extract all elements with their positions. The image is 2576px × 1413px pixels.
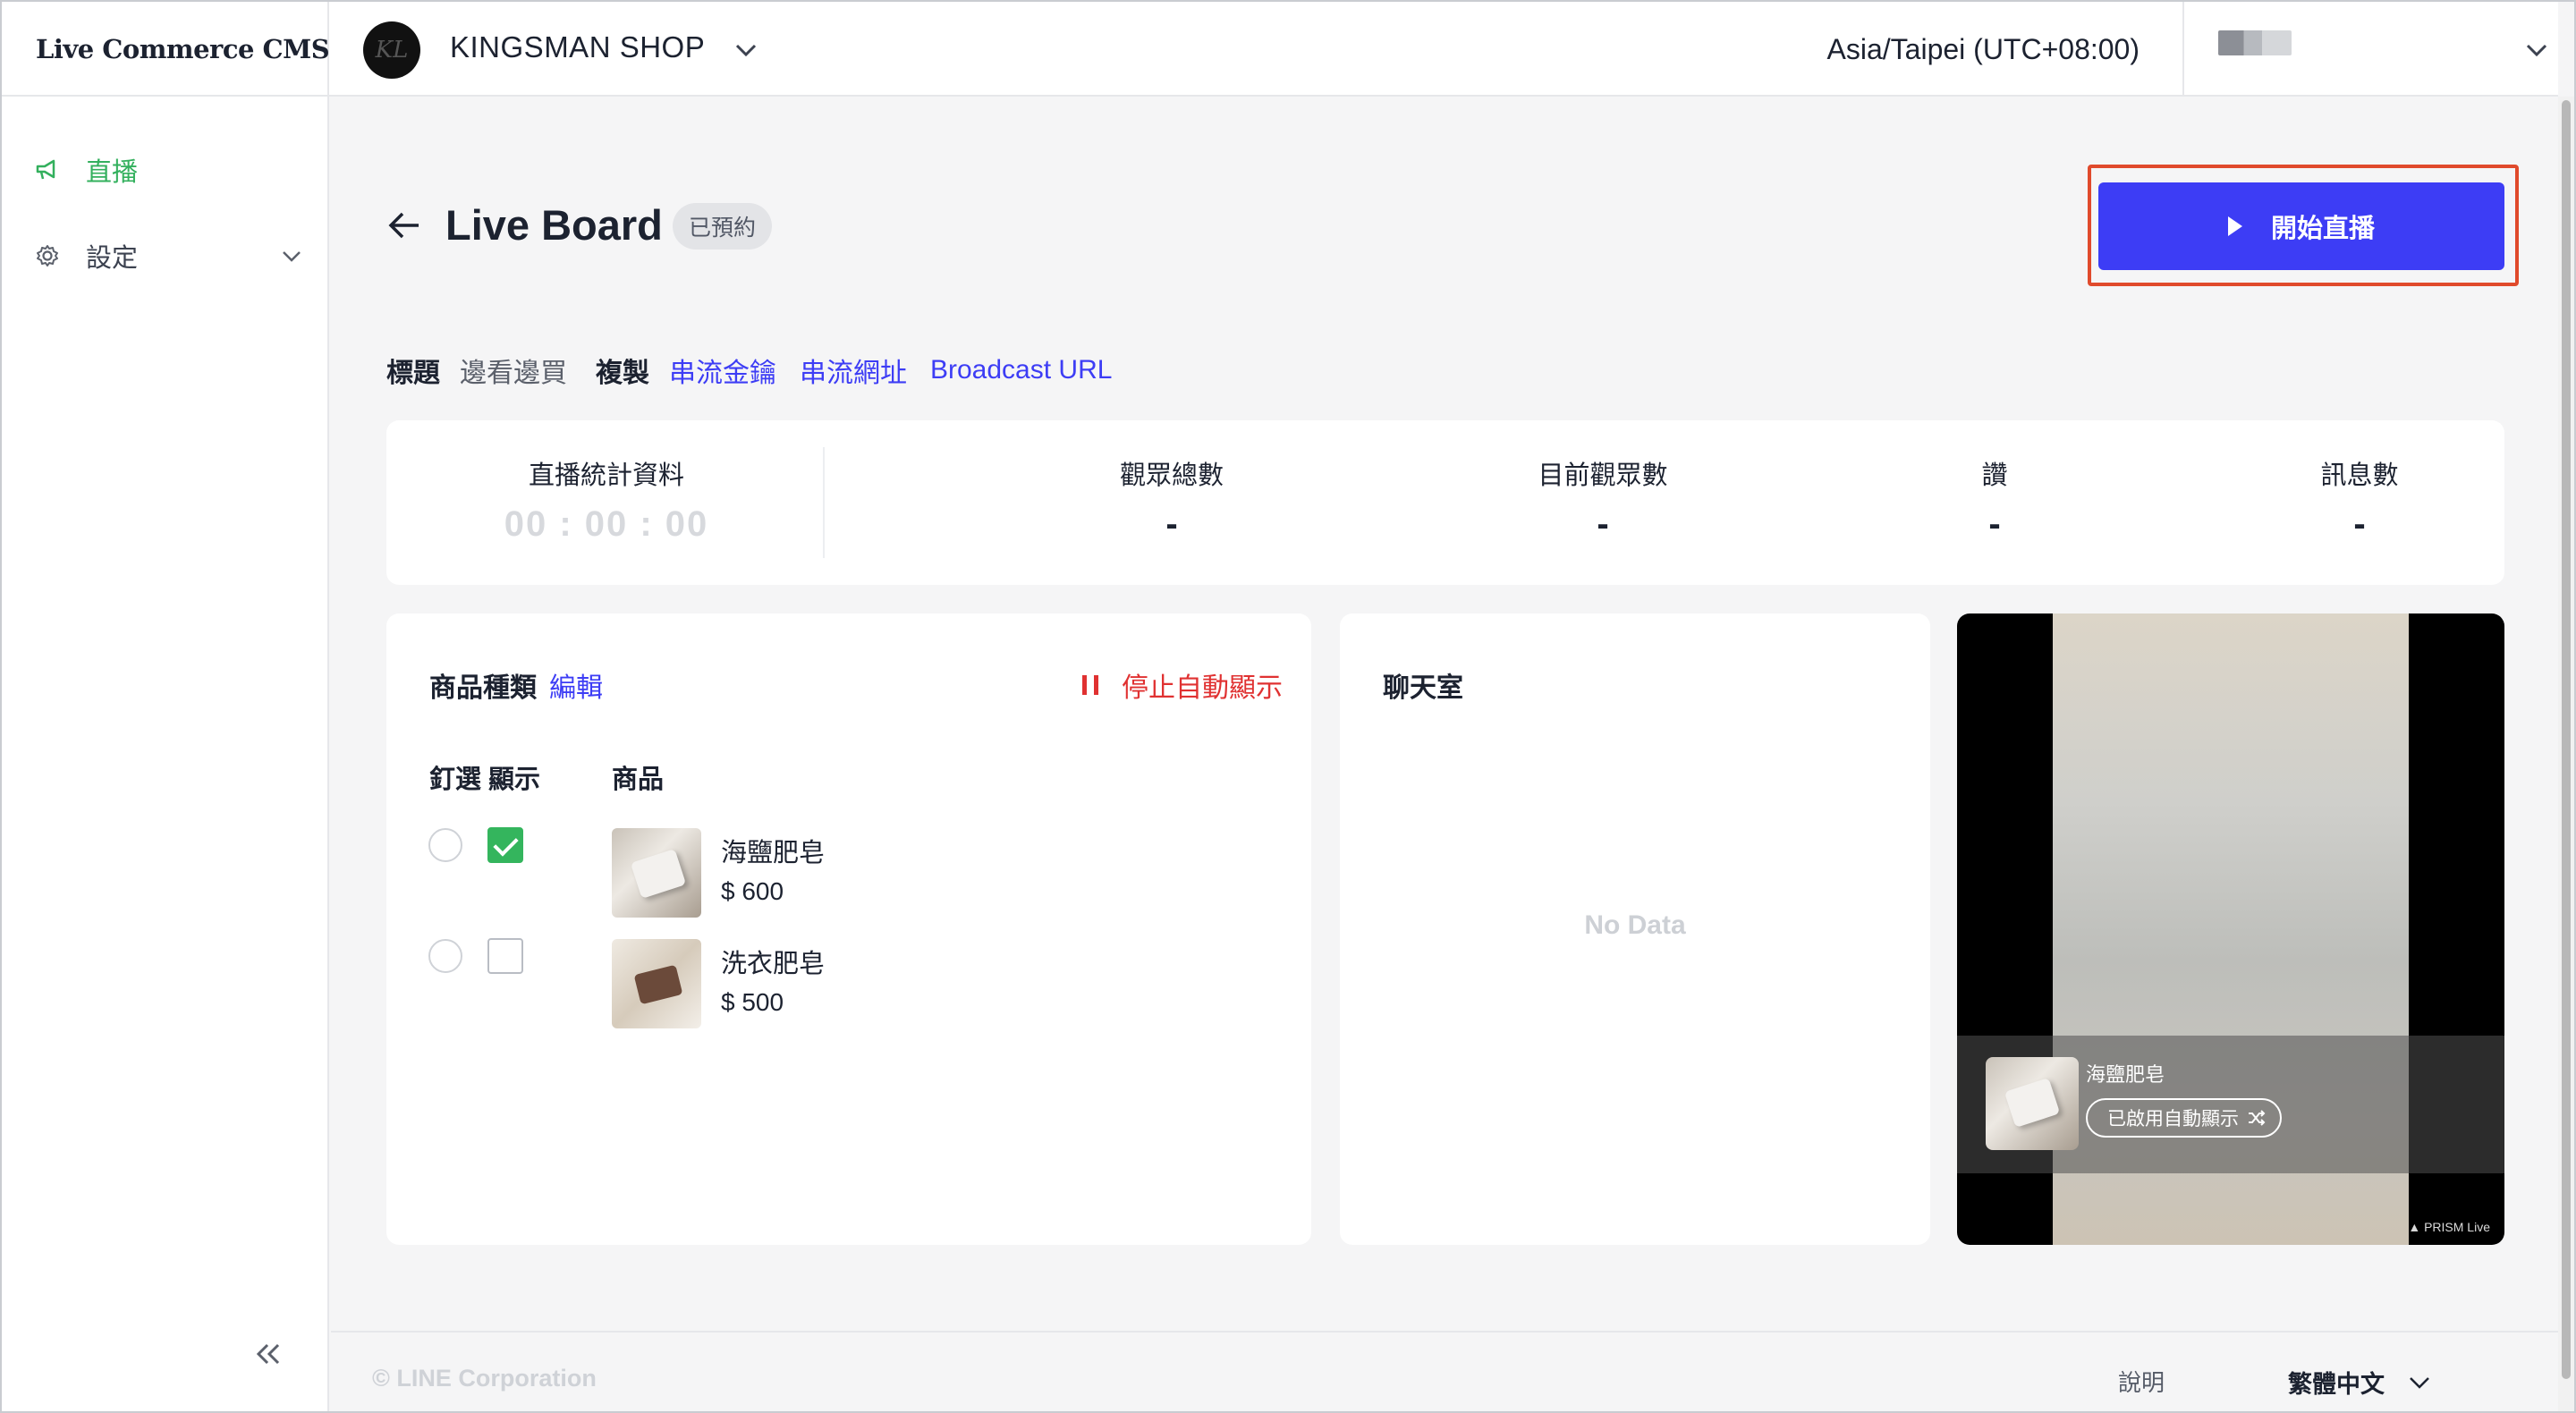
show-checkbox[interactable] bbox=[487, 938, 523, 974]
shop-selector-label[interactable]: KINGSMAN SHOP bbox=[450, 30, 705, 64]
chevron-down-icon[interactable] bbox=[2524, 39, 2549, 61]
watermark-text: PRISM Live bbox=[2424, 1220, 2490, 1234]
broadcast-info-row: 標題 邊看邊買 複製 串流金鑰 串流網址 Broadcast URL bbox=[386, 351, 1135, 390]
product-thumbnail bbox=[612, 828, 701, 918]
product-price: $ 600 bbox=[721, 877, 784, 905]
show-checkbox[interactable] bbox=[487, 827, 523, 863]
stat-value: - bbox=[1988, 504, 2001, 544]
title-label: 標題 bbox=[386, 359, 440, 388]
back-arrow-icon[interactable] bbox=[386, 209, 422, 241]
products-card: 商品種類 編輯 停止自動顯示 釘選 顯示 商品 海鹽肥皂 $ 600 洗衣肥皂 … bbox=[386, 613, 1311, 1245]
footer: © LINE Corporation 說明 繁體中文 bbox=[331, 1331, 2558, 1411]
double-chevron-left-icon bbox=[256, 1343, 280, 1365]
chevron-down-icon bbox=[2410, 1376, 2429, 1389]
live-timer: 00 : 00 : 00 bbox=[504, 504, 709, 544]
chat-empty-state: No Data bbox=[1584, 910, 1686, 940]
sidebar-item-settings[interactable]: 設定 bbox=[34, 236, 302, 275]
shuffle-icon bbox=[2249, 1110, 2266, 1126]
prism-live-watermark: ▲ PRISM Live bbox=[2408, 1220, 2490, 1234]
stat-likes: 讚 - bbox=[1981, 454, 2007, 545]
copyright-text: © LINE Corporation bbox=[372, 1365, 597, 1392]
stop-auto-display-label: 停止自動顯示 bbox=[1122, 673, 1283, 703]
page-title: Live Board bbox=[445, 201, 663, 249]
help-link[interactable]: 說明 bbox=[2118, 1365, 2165, 1398]
edit-products-link[interactable]: 編輯 bbox=[549, 665, 603, 705]
copy-stream-key-link[interactable]: 串流金鑰 bbox=[669, 351, 776, 390]
shop-avatar[interactable]: KL bbox=[363, 21, 420, 79]
title-value: 邊看邊買 bbox=[460, 359, 567, 388]
overlay-product-thumbnail bbox=[1986, 1057, 2079, 1150]
product-name: 洗衣肥皂 bbox=[721, 950, 826, 978]
stat-live-duration: 直播統計資料 00 : 00 : 00 bbox=[504, 454, 709, 545]
copy-label: 複製 bbox=[596, 359, 649, 388]
pin-radio[interactable] bbox=[428, 939, 462, 973]
live-preview: 海鹽肥皂 已啟用自動顯示 ▲ PRISM Live bbox=[1957, 613, 2504, 1245]
stat-current-viewers: 目前觀眾數 - bbox=[1538, 454, 1667, 545]
product-overlay: 海鹽肥皂 已啟用自動顯示 bbox=[1957, 1036, 2504, 1173]
scrollbar-thumb[interactable] bbox=[2562, 100, 2571, 1379]
stat-value: - bbox=[1165, 504, 1178, 544]
live-stats-card: 直播統計資料 00 : 00 : 00 觀眾總數 - 目前觀眾數 - 讚 - 訊… bbox=[386, 420, 2504, 585]
column-header-product: 商品 bbox=[612, 766, 665, 794]
stop-auto-display-button[interactable]: 停止自動顯示 bbox=[1082, 665, 1283, 705]
overlay-product-name: 海鹽肥皂 bbox=[2086, 1063, 2165, 1086]
sidebar-item-label: 設定 bbox=[86, 244, 139, 273]
copy-broadcast-url-link[interactable]: Broadcast URL bbox=[930, 355, 1112, 385]
timezone-label: Asia/Taipei (UTC+08:00) bbox=[1826, 33, 2140, 65]
stat-label: 讚 bbox=[1981, 461, 2008, 490]
chevron-down-icon[interactable] bbox=[733, 39, 758, 61]
stat-value: - bbox=[1597, 504, 1609, 544]
stat-label: 目前觀眾數 bbox=[1538, 461, 1668, 490]
sidebar-item-live[interactable]: 直播 bbox=[34, 150, 138, 190]
products-title: 商品種類 bbox=[429, 673, 537, 703]
product-name: 海鹽肥皂 bbox=[721, 839, 826, 867]
stat-label: 直播統計資料 bbox=[528, 461, 685, 490]
auto-display-pill: 已啟用自動顯示 bbox=[2086, 1098, 2282, 1138]
page-scrollbar[interactable] bbox=[2558, 97, 2574, 1411]
language-label: 繁體中文 bbox=[2288, 1371, 2385, 1398]
product-thumbnail bbox=[612, 939, 701, 1028]
product-price: $ 500 bbox=[721, 988, 784, 1016]
column-header-show: 顯示 bbox=[488, 766, 541, 794]
auto-display-label: 已啟用自動顯示 bbox=[2107, 1109, 2239, 1130]
divider bbox=[823, 447, 825, 558]
play-icon bbox=[2227, 216, 2242, 236]
chat-card: 聊天室 No Data bbox=[1340, 613, 1930, 1245]
stat-value: - bbox=[2353, 504, 2366, 544]
start-live-button-label: 開始直播 bbox=[2270, 215, 2375, 243]
language-selector[interactable]: 繁體中文 bbox=[2288, 1365, 2431, 1400]
gear-icon bbox=[34, 242, 61, 269]
copy-stream-url-link[interactable]: 串流網址 bbox=[800, 351, 907, 390]
column-header-pin: 釘選 bbox=[429, 766, 482, 794]
chat-title: 聊天室 bbox=[1383, 673, 1463, 703]
megaphone-icon bbox=[34, 157, 61, 183]
sidebar-item-label: 直播 bbox=[86, 158, 139, 187]
start-live-button[interactable]: 開始直播 bbox=[2098, 182, 2504, 270]
user-menu[interactable] bbox=[2182, 2, 2558, 97]
user-name-redacted bbox=[2218, 30, 2292, 55]
collapse-sidebar-button[interactable] bbox=[250, 1336, 286, 1372]
pause-icon bbox=[1082, 675, 1098, 695]
stat-label: 訊息數 bbox=[2320, 461, 2399, 490]
top-header: Live Commerce CMS KL KINGSMAN SHOP Asia/… bbox=[2, 2, 2558, 97]
stat-messages: 訊息數 - bbox=[2320, 454, 2398, 545]
status-badge: 已預約 bbox=[673, 203, 773, 250]
stat-label: 觀眾總數 bbox=[1119, 461, 1224, 490]
stat-total-viewers: 觀眾總數 - bbox=[1120, 454, 1224, 545]
sidebar: 直播 設定 bbox=[2, 97, 329, 1411]
chevron-down-icon[interactable] bbox=[281, 247, 302, 265]
pin-radio[interactable] bbox=[428, 828, 462, 862]
brand-logo-text: Live Commerce CMS bbox=[36, 34, 330, 64]
brand-area: Live Commerce CMS bbox=[2, 2, 330, 97]
